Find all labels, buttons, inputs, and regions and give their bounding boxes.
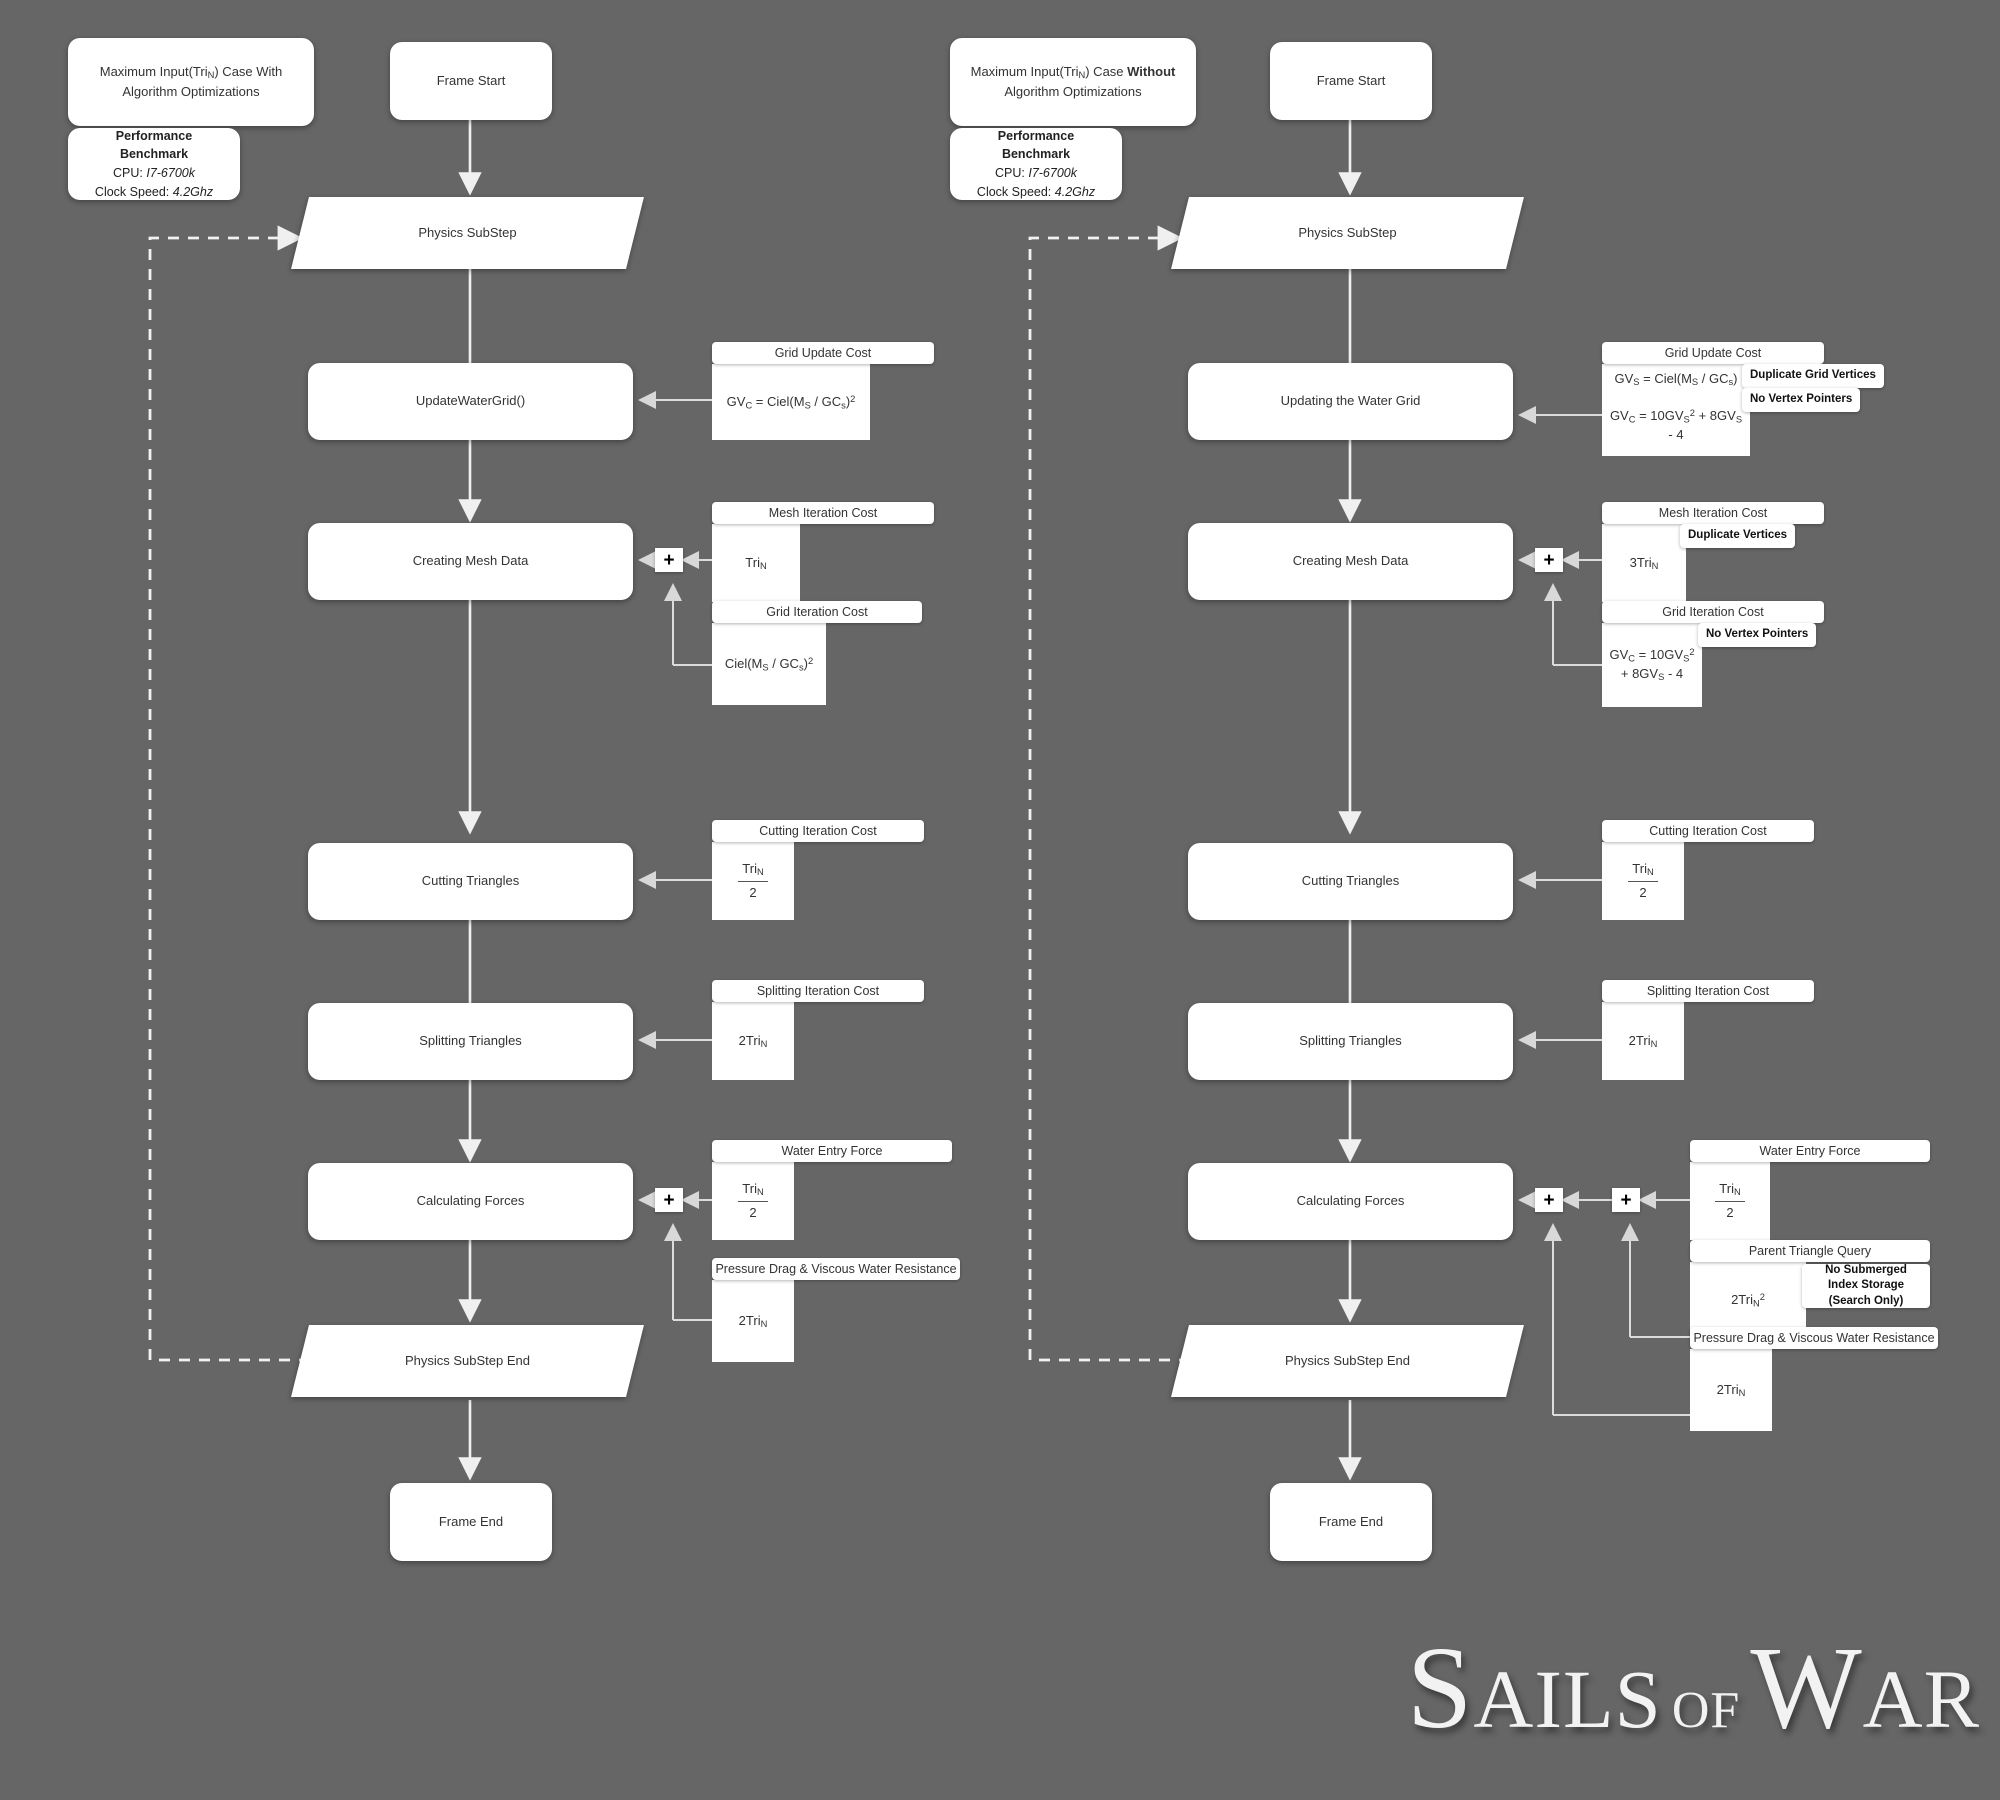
left-physics-substep-end-label: Physics SubStep End: [404, 1352, 531, 1368]
right-cost-grid-iteration-header: Grid Iteration Cost: [1602, 601, 1824, 623]
logo-word-sails: Sails: [1406, 1622, 1662, 1753]
left-cost-cutting-iteration-body: TriN 2: [712, 842, 794, 920]
right-cost-grid-update-tag-1: Duplicate Grid Vertices: [1742, 364, 1884, 388]
right-cost-grid-iteration-tag: No Vertex Pointers: [1698, 623, 1817, 647]
right-junction-mesh-plus: +: [1535, 548, 1563, 572]
left-cost-mesh-iteration-header: Mesh Iteration Cost: [712, 502, 934, 524]
left-update-grid-label: UpdateWaterGrid(): [415, 393, 526, 409]
right-cost-mesh-iteration-tag: Duplicate Vertices: [1680, 524, 1796, 548]
right-forces-label: Calculating Forces: [1296, 1193, 1405, 1209]
left-cost-splitting-iteration-header: Splitting Iteration Cost: [712, 980, 924, 1002]
right-node-physics-substep[interactable]: Physics SubStep: [1171, 197, 1524, 269]
left-node-frame-end[interactable]: Frame End: [390, 1483, 552, 1561]
right-cost-mesh-iteration-header: Mesh Iteration Cost: [1602, 502, 1824, 524]
plus-icon: +: [663, 1189, 675, 1211]
right-node-splitting-triangles[interactable]: Splitting Triangles: [1188, 1003, 1513, 1080]
plus-icon: +: [1543, 549, 1555, 571]
left-cost-grid-iteration-body: Ciel(MS / GCs)2: [712, 623, 826, 705]
right-cost-grid-update-body-2: GVC = 10GVS2 + 8GVS - 4: [1602, 394, 1750, 456]
left-node-frame-start[interactable]: Frame Start: [390, 42, 552, 120]
right-cost-cutting-iteration-header: Cutting Iteration Cost: [1602, 820, 1814, 842]
right-title-text: Maximum Input(TriN) Case Without Algorit…: [970, 64, 1176, 100]
left-cost-grid-iteration-header: Grid Iteration Cost: [712, 601, 922, 623]
left-junction-forces-plus: +: [655, 1188, 683, 1212]
right-cost-pressure-drag-header: Pressure Drag & Viscous Water Resistance: [1690, 1327, 1938, 1349]
right-benchmark-clock: Clock Speed: 4.2Ghz: [976, 184, 1096, 199]
right-node-physics-substep-end[interactable]: Physics SubStep End: [1171, 1325, 1524, 1397]
sails-of-war-logo: Sails of War: [1000, 1620, 1980, 1770]
left-node-calculating-forces[interactable]: Calculating Forces: [308, 1163, 633, 1240]
right-cost-splitting-iteration-body: 2TriN: [1602, 1002, 1684, 1080]
right-update-grid-label: Updating the Water Grid: [1280, 393, 1421, 409]
left-frame-start-label: Frame Start: [436, 72, 506, 88]
right-cost-water-entry-header: Water Entry Force: [1690, 1140, 1930, 1162]
left-node-update-water-grid[interactable]: UpdateWaterGrid(): [308, 363, 633, 440]
left-cost-pressure-drag-header: Pressure Drag & Viscous Water Resistance: [712, 1258, 960, 1280]
left-physics-substep-label: Physics SubStep: [418, 224, 517, 240]
right-cost-grid-update-tag-2: No Vertex Pointers: [1742, 388, 1861, 412]
right-frame-start-label: Frame Start: [1316, 72, 1386, 88]
right-physics-substep-label: Physics SubStep: [1298, 224, 1397, 240]
left-cutting-label: Cutting Triangles: [421, 873, 520, 889]
right-cost-grid-update-body-1: GVS = Ciel(MS / GCs): [1602, 364, 1750, 394]
right-node-cutting-triangles[interactable]: Cutting Triangles: [1188, 843, 1513, 920]
right-splitting-label: Splitting Triangles: [1299, 1033, 1402, 1049]
right-cost-parent-triangle-tag: No Submerged Index Storage (Search Only): [1802, 1264, 1930, 1308]
left-node-cutting-triangles[interactable]: Cutting Triangles: [308, 843, 633, 920]
right-cost-grid-iteration-body: GVC = 10GVS2 + 8GVS - 4: [1602, 623, 1702, 707]
right-junction-forces-plus-2: +: [1612, 1188, 1640, 1212]
flowchart-canvas: Maximum Input(TriN) Case With Algorithm …: [0, 0, 2000, 1800]
left-cost-pressure-drag-body: 2TriN: [712, 1280, 794, 1362]
right-frame-end-label: Frame End: [1318, 1513, 1384, 1529]
right-node-frame-end[interactable]: Frame End: [1270, 1483, 1432, 1561]
left-benchmark-card: Performance Benchmark CPU: I7-6700k Cloc…: [68, 128, 240, 200]
right-junction-forces-plus-1: +: [1535, 1188, 1563, 1212]
right-benchmark-heading: Performance Benchmark: [997, 128, 1075, 162]
right-node-update-water-grid[interactable]: Updating the Water Grid: [1188, 363, 1513, 440]
plus-icon: +: [663, 549, 675, 571]
left-cost-water-entry-body: TriN 2: [712, 1162, 794, 1240]
right-node-calculating-forces[interactable]: Calculating Forces: [1188, 1163, 1513, 1240]
right-cost-parent-triangle-header: Parent Triangle Query: [1690, 1240, 1930, 1262]
left-title-text: Maximum Input(TriN) Case With Algorithm …: [99, 64, 283, 100]
left-junction-mesh-plus: +: [655, 548, 683, 572]
left-node-physics-substep-end[interactable]: Physics SubStep End: [291, 1325, 644, 1397]
left-frame-end-label: Frame End: [438, 1513, 504, 1529]
plus-icon: +: [1620, 1189, 1632, 1211]
left-node-creating-mesh-data[interactable]: Creating Mesh Data: [308, 523, 633, 600]
left-cost-splitting-iteration-body: 2TriN: [712, 1002, 794, 1080]
right-cost-splitting-iteration-header: Splitting Iteration Cost: [1602, 980, 1814, 1002]
left-title-card: Maximum Input(TriN) Case With Algorithm …: [68, 38, 314, 126]
right-cutting-label: Cutting Triangles: [1301, 873, 1400, 889]
left-creating-mesh-label: Creating Mesh Data: [412, 553, 529, 569]
right-cost-mesh-iteration-body: 3TriN: [1602, 524, 1686, 602]
right-benchmark-cpu: CPU: I7-6700k: [994, 166, 1077, 180]
left-cost-cutting-iteration-header: Cutting Iteration Cost: [712, 820, 924, 842]
left-benchmark-clock: Clock Speed: 4.2Ghz: [94, 184, 214, 199]
left-benchmark-heading: Performance Benchmark: [115, 128, 193, 162]
plus-icon: +: [1543, 1189, 1555, 1211]
right-creating-mesh-label: Creating Mesh Data: [1292, 553, 1409, 569]
right-benchmark-card: Performance Benchmark CPU: I7-6700k Cloc…: [950, 128, 1122, 200]
left-splitting-label: Splitting Triangles: [419, 1033, 522, 1049]
right-cost-pressure-drag-body: 2TriN: [1690, 1349, 1772, 1431]
left-cost-grid-update-body: GVC = Ciel(MS / GCs)2: [712, 364, 870, 440]
left-cost-water-entry-header: Water Entry Force: [712, 1140, 952, 1162]
right-physics-substep-end-label: Physics SubStep End: [1284, 1352, 1411, 1368]
right-cost-cutting-iteration-body: TriN 2: [1602, 842, 1684, 920]
left-cost-grid-update-header: Grid Update Cost: [712, 342, 934, 364]
right-node-frame-start[interactable]: Frame Start: [1270, 42, 1432, 120]
right-cost-water-entry-body: TriN 2: [1690, 1162, 1770, 1240]
logo-word-war: War: [1750, 1622, 1980, 1753]
left-cost-mesh-iteration-body: TriN: [712, 524, 800, 602]
left-node-physics-substep[interactable]: Physics SubStep: [291, 197, 644, 269]
right-node-creating-mesh-data[interactable]: Creating Mesh Data: [1188, 523, 1513, 600]
right-cost-grid-update-header: Grid Update Cost: [1602, 342, 1824, 364]
left-benchmark-cpu: CPU: I7-6700k: [112, 166, 195, 180]
left-node-splitting-triangles[interactable]: Splitting Triangles: [308, 1003, 633, 1080]
logo-word-of: of: [1671, 1662, 1741, 1744]
edge-layer: [148, 120, 1703, 1481]
right-title-card: Maximum Input(TriN) Case Without Algorit…: [950, 38, 1196, 126]
left-forces-label: Calculating Forces: [416, 1193, 525, 1209]
